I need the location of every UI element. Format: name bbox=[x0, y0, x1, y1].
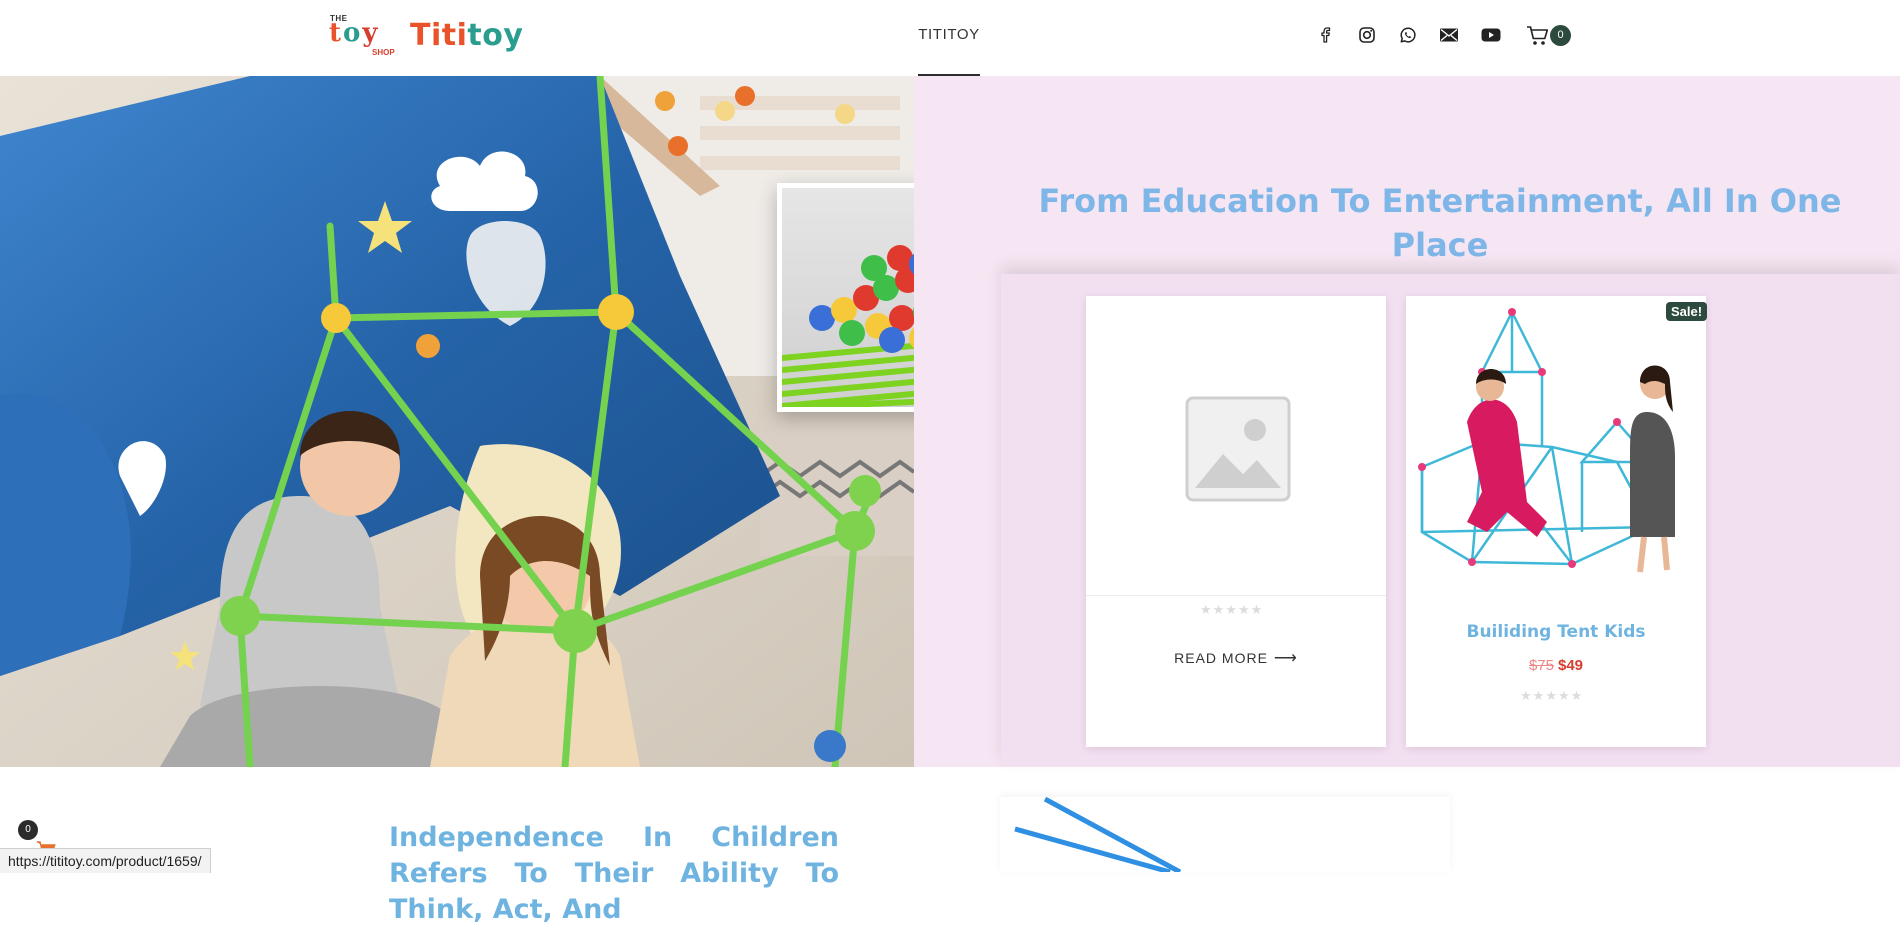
blue-lines-graphic bbox=[1014, 797, 1182, 872]
star-icon: ★ bbox=[1200, 602, 1212, 617]
nav-item-tititoy[interactable]: TITITOY bbox=[918, 0, 980, 76]
sale-badge: Sale! bbox=[1666, 302, 1708, 321]
product-image-building-tent bbox=[1412, 302, 1700, 582]
site-header: THE t o y SHOP Tititoy TITITOY 0 bbox=[0, 0, 1900, 76]
star-icon: ★ bbox=[1532, 688, 1545, 703]
star-icon: ★ bbox=[1570, 688, 1583, 703]
facebook-icon[interactable] bbox=[1315, 24, 1337, 46]
cart-count-badge: 0 bbox=[1550, 25, 1571, 46]
star-icon: ★ bbox=[1212, 602, 1225, 617]
logo-word-part: toy bbox=[467, 18, 524, 53]
arrow-right-icon: ⟶ bbox=[1273, 650, 1298, 667]
sale-price: $49 bbox=[1558, 657, 1584, 674]
star-icon: ★ bbox=[1225, 602, 1237, 617]
independence-heading: Independence In Children Refers To Their… bbox=[389, 822, 839, 925]
youtube-icon[interactable] bbox=[1480, 24, 1502, 46]
nav-item-label: TITITOY bbox=[918, 26, 980, 43]
star-rating: ★ ★ ★ ★ ★ bbox=[1520, 689, 1582, 703]
instagram-icon[interactable] bbox=[1356, 24, 1378, 46]
hero-photo-kids-in-tent bbox=[0, 76, 914, 767]
site-logo[interactable]: THE t o y SHOP Tititoy bbox=[328, 14, 523, 58]
logo-word-part: Titi bbox=[410, 18, 468, 53]
logo-toy: t o y bbox=[328, 20, 378, 46]
header-cart[interactable]: 0 bbox=[1526, 22, 1571, 50]
old-price: $75 bbox=[1528, 657, 1554, 674]
logo-wordmark: Tititoy bbox=[410, 20, 523, 52]
floating-cart-count: 0 bbox=[18, 820, 38, 840]
logo-shop: SHOP bbox=[372, 48, 395, 57]
email-icon[interactable] bbox=[1438, 24, 1460, 46]
whatsapp-icon[interactable] bbox=[1397, 24, 1419, 46]
image-block bbox=[1000, 797, 1450, 872]
cart-icon bbox=[1527, 26, 1549, 45]
star-icon: ★ bbox=[1237, 602, 1250, 617]
star-icon: ★ bbox=[1557, 688, 1570, 703]
star-icon: ★ bbox=[1250, 602, 1263, 617]
logo-letter: o bbox=[343, 18, 361, 48]
read-more-link[interactable]: READ MORE ⟶ bbox=[1086, 648, 1386, 668]
logo-letter: t bbox=[329, 18, 342, 48]
product-card[interactable]: ★ ★ ★ ★ ★ READ MORE ⟶ bbox=[1086, 296, 1386, 747]
product-price: $75 $49 bbox=[1406, 657, 1706, 674]
star-icon: ★ bbox=[1545, 688, 1557, 703]
product-card[interactable]: Sale! Builiding Tent Kids $75 $49 ★ ★ ★ ★ ★ bbox=[1406, 296, 1708, 747]
star-icon: ★ bbox=[1520, 688, 1532, 703]
section-headline: From Education To Entertainment, All In … bbox=[1038, 181, 1842, 264]
status-bar-url: https://tititoy.com/product/1659/ bbox=[0, 848, 211, 873]
card-divider bbox=[1086, 595, 1386, 596]
star-rating: ★ ★ ★ ★ ★ bbox=[1200, 603, 1262, 617]
read-more-label: READ MORE bbox=[1174, 650, 1268, 666]
product-title[interactable]: Builiding Tent Kids bbox=[1406, 622, 1706, 642]
logo-letter: y bbox=[362, 18, 378, 48]
placeholder-image-icon bbox=[1185, 396, 1291, 502]
